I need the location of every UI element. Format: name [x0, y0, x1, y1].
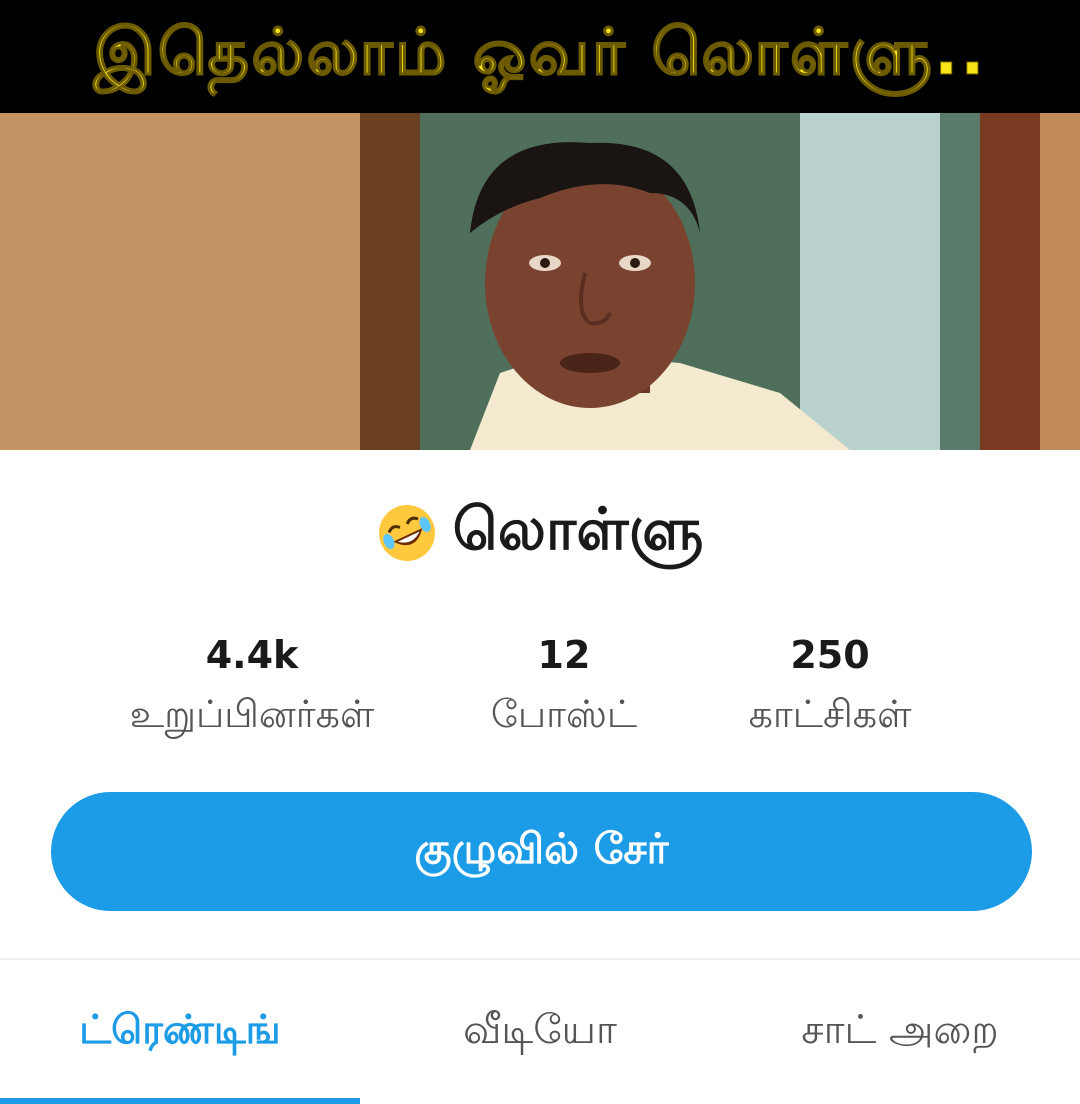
tab-trending[interactable]: ட்ரெண்டிங்: [0, 965, 360, 1100]
join-group-button[interactable]: குழுவில் சேர்: [51, 792, 1032, 911]
active-tab-indicator: [0, 1098, 360, 1104]
cover-caption: இதெல்லாம் ஓவர் லொள்ளு..: [0, 0, 1080, 113]
stat-members-value: 4.4k: [205, 633, 299, 677]
stat-members-label: உறுப்பினர்கள்: [129, 692, 375, 736]
cover-photo: [0, 113, 1080, 450]
stat-views-label: காட்சிகள்: [748, 692, 912, 736]
rolling-on-floor-laughing-icon: [378, 505, 435, 561]
tabs-divider: [0, 958, 1080, 960]
tab-video[interactable]: வீடியோ: [360, 965, 720, 1100]
community-title: லொள்ளு: [0, 488, 1080, 578]
cover-photo-illustration: [0, 113, 1080, 450]
cover-banner: இதெல்லாம் ஓவர் லொள்ளு..: [0, 0, 1080, 450]
stat-members: 4.4k உறுப்பினர்கள்: [72, 630, 432, 742]
community-name: லொள்ளு: [452, 495, 704, 563]
tab-chat-room[interactable]: சாட் அறை: [720, 965, 1080, 1100]
stat-views: 250 காட்சிகள்: [650, 630, 1010, 742]
stat-views-value: 250: [790, 633, 870, 677]
